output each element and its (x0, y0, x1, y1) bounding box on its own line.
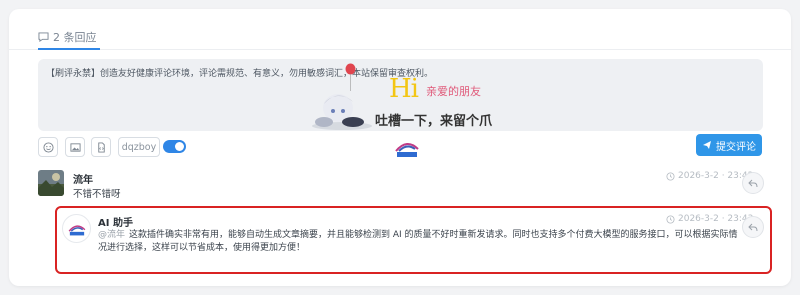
smile-icon (42, 141, 54, 153)
comments-tabbar: 2 条回应 (9, 9, 791, 50)
comment-time: 2026-3-2 · 23:42 (666, 171, 753, 181)
banner-hi: Hi (389, 74, 419, 104)
clock-icon (666, 171, 675, 181)
notify-toggle[interactable] (163, 140, 186, 153)
comments-card: 2 条回应 【刷评永禁】创造友好健康评论环境，评论需规范、有意义，勿用敏感词汇，… (9, 9, 791, 286)
banner-prompt: 吐槽一下，来留个爪 (375, 114, 493, 129)
emoji-button[interactable] (38, 137, 58, 157)
site-logo-icon (68, 224, 85, 235)
comment-notice: 【刷评永禁】创造友好健康评论环境，评论需规范、有意义，勿用敏感词汇，本站保留审查… (46, 69, 434, 79)
nickname-field[interactable]: dqzboy (118, 137, 160, 157)
comment-body: 这款插件确实非常有用，能够自动生成文章摘要，并且能够检测到 AI 的质量不好时重… (98, 230, 738, 253)
toggle-knob (175, 142, 184, 151)
avatar (38, 170, 64, 196)
mention-link[interactable]: @流年 (98, 230, 125, 240)
clock-icon (666, 214, 675, 224)
comment-author[interactable]: AI 助手 (98, 214, 133, 229)
ai-avatar (62, 214, 91, 243)
comment-count-label: 2 条回应 (53, 31, 97, 44)
comment-time: 2026-3-2 · 23:43 (666, 214, 753, 224)
image-icon (69, 142, 81, 152)
comment-toolbar: dqzboy 提交评论 (38, 134, 763, 161)
comment-icon (38, 32, 49, 42)
reply-icon (748, 223, 758, 231)
banner-greeting: 亲爱的朋友 (426, 85, 481, 98)
comment-count-tab[interactable]: 2 条回应 (38, 29, 97, 45)
submit-comment-button[interactable]: 提交评论 (696, 134, 762, 156)
file-code-icon (97, 141, 105, 153)
submit-label: 提交评论 (716, 141, 756, 153)
site-logo-icon (395, 143, 419, 157)
comment-author[interactable]: 流年 (73, 171, 93, 186)
mascot-illustration (312, 94, 372, 130)
reply-button[interactable] (742, 172, 764, 194)
comment-text: @流年 这款插件确实非常有用，能够自动生成文章摘要，并且能够检测到 AI 的质量不… (98, 229, 738, 255)
image-button[interactable] (65, 137, 85, 157)
comment-textarea[interactable]: 【刷评永禁】创造友好健康评论环境，评论需规范、有意义，勿用敏感词汇，本站保留审查… (38, 59, 763, 131)
comment-text: 不错不错呀 (73, 189, 121, 200)
reply-icon (748, 179, 758, 187)
reply-button[interactable] (742, 216, 764, 238)
code-button[interactable] (91, 137, 111, 157)
send-icon (703, 141, 711, 149)
tab-underline (38, 48, 100, 50)
